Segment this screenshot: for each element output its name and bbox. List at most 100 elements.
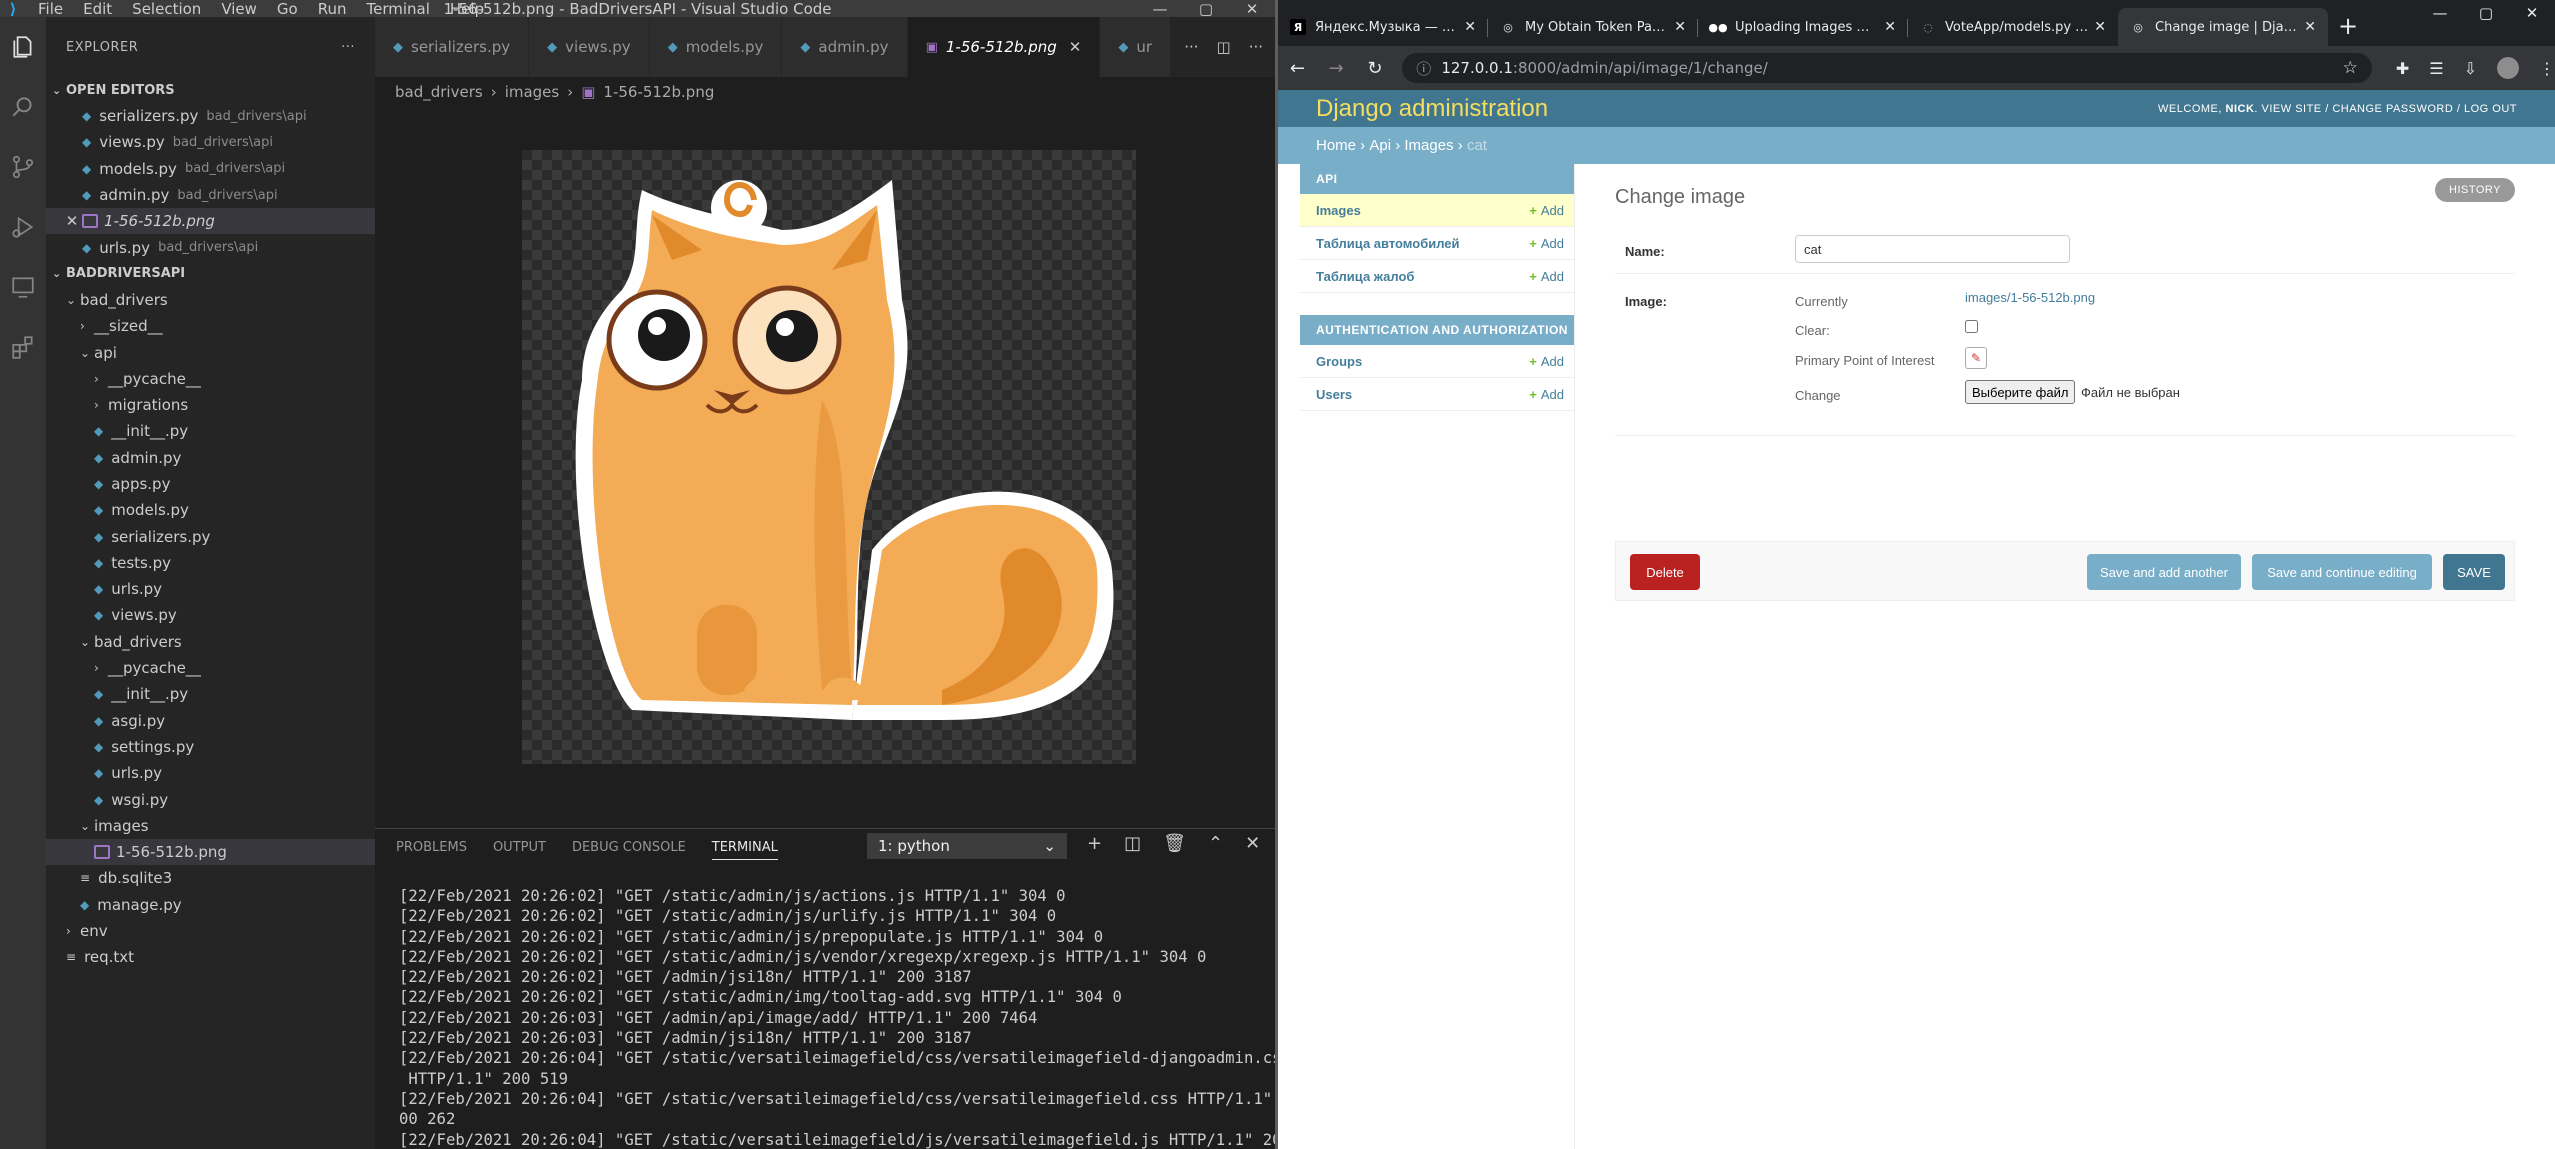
nav-model-link[interactable]: Таблица жалоб [1316, 269, 1414, 284]
current-image-link[interactable]: images/1-56-512b.png [1965, 290, 2095, 305]
tab-image[interactable]: ▣ 1-56-512b.png ✕ [907, 17, 1101, 77]
name-input[interactable] [1795, 235, 2070, 263]
close-panel-icon[interactable]: ✕ [1245, 833, 1260, 854]
open-editor-item[interactable]: ◆ urls.py bad_drivers\api [46, 234, 375, 260]
open-editor-item[interactable]: ◆ views.py bad_drivers\api [46, 129, 375, 155]
tab-serializers[interactable]: ◆ serializers.py [375, 17, 530, 77]
kebab-menu-icon[interactable]: ⋮ [2539, 59, 2555, 78]
browser-tab[interactable]: ◎ Change image | Django site ✕ [2118, 8, 2328, 46]
menu-help[interactable]: Help [448, 0, 486, 18]
open-editor-item[interactable]: ◆ serializers.py bad_drivers\api [46, 103, 375, 129]
close-tab-icon[interactable]: ✕ [1464, 19, 1476, 35]
browser-tab[interactable]: Я Яндекс.Музыка — радио и ✕ [1278, 8, 1488, 46]
tab-urls[interactable]: ◆ ur [1100, 17, 1172, 77]
menu-view[interactable]: View [219, 0, 259, 18]
crumb-home[interactable]: Home [1316, 137, 1356, 154]
browser-tab[interactable]: ◌ VoteApp/models.py at mas ✕ [1908, 8, 2118, 46]
run-debug-icon[interactable] [0, 197, 46, 257]
split-editor-icon[interactable]: ◫ [1217, 38, 1231, 56]
breadcrumb-item[interactable]: images [505, 83, 560, 101]
nav-add-link[interactable]: + Add [1529, 387, 1564, 402]
nav-model-link[interactable]: Таблица автомобилей [1316, 236, 1460, 251]
browser-tab[interactable]: ●● Uploading Images — Djang ✕ [1698, 8, 1908, 46]
save-and-add-another-button[interactable]: Save and add another [2087, 554, 2241, 590]
download-icon[interactable]: ⇩ [2464, 59, 2477, 78]
menu-terminal[interactable]: Terminal [365, 0, 432, 18]
breadcrumb-item[interactable]: 1-56-512b.png [603, 83, 714, 101]
nav-add-link[interactable]: + Add [1529, 354, 1564, 369]
menu-go[interactable]: Go [275, 0, 300, 18]
file-item[interactable]: ◆ urls.py [46, 576, 375, 602]
nav-add-link[interactable]: + Add [1529, 269, 1564, 284]
close-tab-icon[interactable]: ✕ [1069, 38, 1082, 56]
nav-model-link[interactable]: Images [1316, 203, 1361, 218]
file-item[interactable]: ◆ __init__.py [46, 681, 375, 707]
open-editor-item[interactable]: ◆ models.py bad_drivers\api [46, 156, 375, 182]
address-bar[interactable]: ⓘ 127.0.0.1:8000/admin/api/image/1/chang… [1402, 53, 2372, 83]
close-icon[interactable]: ✕ [62, 212, 82, 230]
site-brand[interactable]: Django administration [1316, 95, 1548, 123]
menu-file[interactable]: File [36, 0, 65, 18]
back-icon[interactable]: ← [1278, 58, 1317, 79]
open-editor-item[interactable]: ◆ admin.py bad_drivers\api [46, 182, 375, 208]
logout-link[interactable]: LOG OUT [2464, 103, 2517, 115]
breadcrumb-item[interactable]: bad_drivers [395, 83, 483, 101]
open-editor-item[interactable]: ✕ 1-56-512b.png [46, 208, 375, 235]
menu-selection[interactable]: Selection [130, 0, 203, 18]
more-actions-icon[interactable]: ··· [1184, 38, 1198, 56]
nav-model-link[interactable]: Users [1316, 387, 1352, 402]
view-site-link[interactable]: VIEW SITE [2262, 103, 2322, 115]
folder-item[interactable]: ⌄ images [46, 813, 375, 839]
tab-terminal[interactable]: TERMINAL [711, 840, 778, 860]
file-item[interactable]: ◆ urls.py [46, 760, 375, 786]
nav-add-link[interactable]: + Add [1529, 203, 1564, 218]
extensions-icon[interactable]: ✚ [2396, 59, 2409, 78]
tab-views[interactable]: ◆ views.py [529, 17, 650, 77]
explorer-icon[interactable] [0, 17, 46, 77]
save-button[interactable]: SAVE [2443, 554, 2505, 590]
file-item[interactable]: ◆ settings.py [46, 734, 375, 760]
minimize-icon[interactable]: — [1137, 0, 1183, 18]
remote-explorer-icon[interactable] [0, 257, 46, 317]
app-caption-api[interactable]: API [1300, 164, 1574, 194]
close-icon[interactable]: ✕ [1229, 0, 1275, 18]
file-item[interactable]: ≡ db.sqlite3 [46, 865, 375, 891]
folder-item[interactable]: › __pycache__ [46, 366, 375, 392]
reading-list-icon[interactable]: ☰ [2429, 59, 2443, 78]
tab-debug-console[interactable]: DEBUG CONSOLE [572, 840, 686, 855]
browser-tab[interactable]: ◎ My Obtain Token Pair – Dja ✕ [1488, 8, 1698, 46]
file-item[interactable]: ◆ asgi.py [46, 708, 375, 734]
menu-edit[interactable]: Edit [81, 0, 114, 18]
extensions-icon[interactable] [0, 317, 46, 377]
folder-item[interactable]: › env [46, 918, 375, 944]
clear-checkbox[interactable] [1965, 320, 1978, 333]
more-actions-icon[interactable]: ··· [1249, 38, 1263, 56]
file-item[interactable]: ◆ apps.py [46, 471, 375, 497]
new-tab-icon[interactable]: + [2338, 12, 2358, 40]
terminal-output[interactable]: [22/Feb/2021 20:26:02] "GET /static/admi… [399, 886, 1275, 1149]
tab-output[interactable]: OUTPUT [493, 840, 546, 855]
nav-add-link[interactable]: + Add [1529, 236, 1564, 251]
more-actions-icon[interactable]: ··· [341, 40, 355, 55]
folder-item[interactable]: ⌄ api [46, 339, 375, 365]
forward-icon[interactable]: → [1317, 58, 1356, 79]
choose-file-button[interactable]: Выберите файл [1965, 380, 2076, 404]
menu-run[interactable]: Run [316, 0, 349, 18]
maximize-icon[interactable]: ▢ [1183, 0, 1229, 18]
close-tab-icon[interactable]: ✕ [2304, 19, 2316, 35]
file-item[interactable]: ◆ wsgi.py [46, 786, 375, 812]
nav-model-link[interactable]: Groups [1316, 354, 1362, 369]
trash-icon[interactable]: 🗑 [1163, 833, 1186, 854]
open-editors-header[interactable]: ⌄ OPEN EDITORS [46, 77, 375, 103]
folder-item[interactable]: › __pycache__ [46, 655, 375, 681]
file-item[interactable]: ◆ serializers.py [46, 523, 375, 549]
project-header[interactable]: ⌄ BADDRIVERSAPI [46, 261, 375, 287]
crumb-images[interactable]: Images [1404, 137, 1453, 154]
history-button[interactable]: HISTORY [2435, 178, 2515, 202]
file-item[interactable]: ◆ __init__.py [46, 418, 375, 444]
avatar[interactable] [2497, 57, 2519, 79]
maximize-panel-icon[interactable]: ⌃ [1208, 833, 1223, 854]
crumb-api[interactable]: Api [1369, 137, 1391, 154]
close-icon[interactable]: ✕ [2509, 0, 2555, 26]
delete-button[interactable]: Delete [1630, 554, 1700, 590]
